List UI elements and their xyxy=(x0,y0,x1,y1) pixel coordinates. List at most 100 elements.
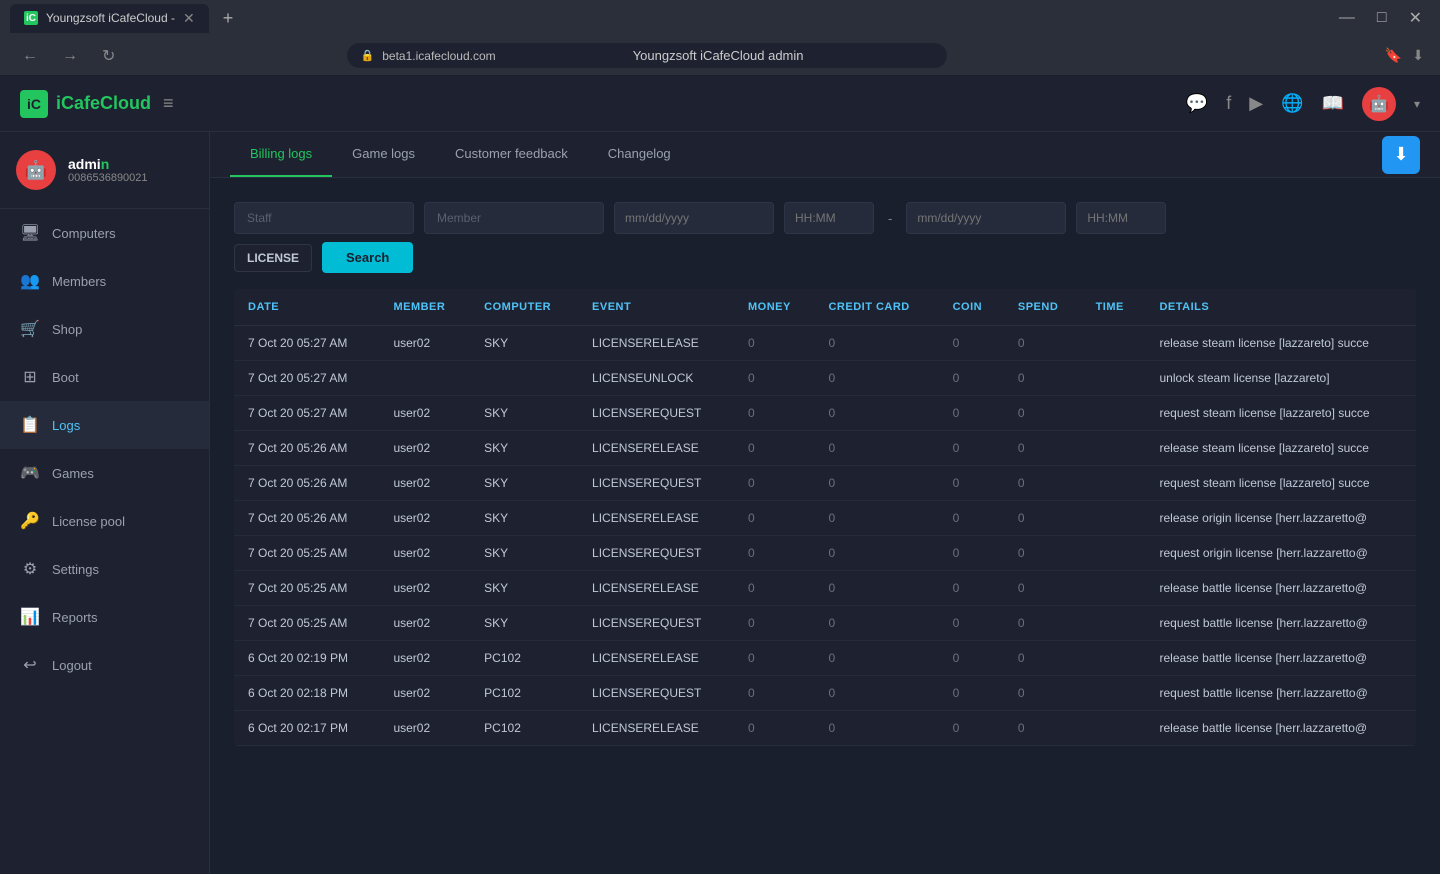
forward-button[interactable]: → xyxy=(56,45,84,67)
table-cell: 6 Oct 20 02:17 PM xyxy=(234,711,379,746)
table-cell: 0 xyxy=(814,641,938,676)
table-cell: 0 xyxy=(939,501,1004,536)
table-cell: SKY xyxy=(470,396,578,431)
computers-icon: 🖥 xyxy=(20,223,40,243)
col-member: MEMBER xyxy=(379,289,470,326)
table-cell: 0 xyxy=(1004,396,1082,431)
table-cell: LICENSERELEASE xyxy=(578,641,734,676)
download-button[interactable]: ⬇ xyxy=(1382,136,1420,174)
tab-game-logs[interactable]: Game logs xyxy=(332,132,435,177)
globe-icon[interactable]: 🌐 xyxy=(1281,93,1303,114)
table-cell: LICENSERELEASE xyxy=(578,501,734,536)
close-btn[interactable]: ✕ xyxy=(1401,6,1430,30)
table-cell: 0 xyxy=(734,711,814,746)
table-cell: 0 xyxy=(939,396,1004,431)
sidebar-item-boot[interactable]: ⊞ Boot xyxy=(0,353,209,401)
start-date-input[interactable] xyxy=(614,202,774,234)
table-cell: 0 xyxy=(734,676,814,711)
back-button[interactable]: ← xyxy=(16,45,44,67)
table-cell: 0 xyxy=(1004,501,1082,536)
user-info: 🤖 admin 0086536890021 xyxy=(0,132,209,209)
sidebar-item-shop[interactable]: 🛒 Shop xyxy=(0,305,209,353)
sidebar-item-logs[interactable]: 📋 Logs xyxy=(0,401,209,449)
table-cell: 0 xyxy=(939,606,1004,641)
col-coin: COIN xyxy=(939,289,1004,326)
col-credit-card: CREDIT CARD xyxy=(814,289,938,326)
table-cell: 0 xyxy=(814,396,938,431)
table-cell: LICENSERELEASE xyxy=(578,431,734,466)
table-cell: 7 Oct 20 05:26 AM xyxy=(234,431,379,466)
table-cell: SKY xyxy=(470,571,578,606)
refresh-button[interactable]: ↻ xyxy=(96,44,121,68)
end-date-input[interactable] xyxy=(906,202,1066,234)
download-icon[interactable]: ⬇ xyxy=(1412,47,1424,64)
table-cell: 0 xyxy=(939,676,1004,711)
tab-close-btn[interactable]: ✕ xyxy=(183,10,195,27)
settings-icon: ⚙ xyxy=(20,559,40,579)
table-cell: 0 xyxy=(734,536,814,571)
sidebar-item-logout[interactable]: ↩ Logout xyxy=(0,641,209,689)
table-cell: 0 xyxy=(814,711,938,746)
sidebar-item-members[interactable]: 👥 Members xyxy=(0,257,209,305)
table-cell: 0 xyxy=(939,641,1004,676)
header-dropdown-arrow[interactable]: ▾ xyxy=(1414,97,1420,111)
table-cell: SKY xyxy=(470,606,578,641)
search-button[interactable]: Search xyxy=(322,242,413,273)
end-time-input[interactable] xyxy=(1076,202,1166,234)
table-cell: 0 xyxy=(814,536,938,571)
filter-row-2: LICENSE Search xyxy=(234,242,1416,273)
table-row: 7 Oct 20 05:27 AMuser02SKYLICENSERELEASE… xyxy=(234,326,1416,361)
user-id: 0086536890021 xyxy=(68,172,148,184)
table-cell: 0 xyxy=(1004,361,1082,396)
sidebar-item-settings[interactable]: ⚙ Settings xyxy=(0,545,209,593)
sidebar-item-games[interactable]: 🎮 Games xyxy=(0,449,209,497)
table-cell: release origin license [herr.lazzaretto@ xyxy=(1145,501,1416,536)
table-cell xyxy=(1082,711,1146,746)
staff-input[interactable] xyxy=(234,202,414,234)
table-cell: 0 xyxy=(734,431,814,466)
table-cell: 0 xyxy=(734,361,814,396)
table-cell: LICENSERELEASE xyxy=(578,326,734,361)
table-cell: 0 xyxy=(814,326,938,361)
table-cell xyxy=(1082,431,1146,466)
start-time-input[interactable] xyxy=(784,202,874,234)
bookmark-icon[interactable]: 🔖 xyxy=(1385,47,1402,64)
table-cell: release battle license [herr.lazzaretto@ xyxy=(1145,571,1416,606)
book-icon[interactable]: 📖 xyxy=(1322,93,1344,114)
table-cell: LICENSEREQUEST xyxy=(578,676,734,711)
member-input[interactable] xyxy=(424,202,604,234)
youtube-icon[interactable]: ▶ xyxy=(1249,93,1263,114)
table-row: 7 Oct 20 05:27 AMuser02SKYLICENSEREQUEST… xyxy=(234,396,1416,431)
tab-billing-logs[interactable]: Billing logs xyxy=(230,132,332,177)
table-cell: request origin license [herr.lazzaretto@ xyxy=(1145,536,1416,571)
table-cell: SKY xyxy=(470,536,578,571)
tab-changelog[interactable]: Changelog xyxy=(588,132,691,177)
table-header-row: DATE MEMBER COMPUTER EVENT MONEY CREDIT … xyxy=(234,289,1416,326)
sidebar-item-computers[interactable]: 🖥 Computers xyxy=(0,209,209,257)
minimize-btn[interactable]: — xyxy=(1331,7,1363,29)
new-tab-button[interactable]: + xyxy=(217,8,240,29)
table-cell: request steam license [lazzareto] succe xyxy=(1145,396,1416,431)
logs-icon: 📋 xyxy=(20,415,40,435)
table-cell xyxy=(470,361,578,396)
browser-tab[interactable]: iC Youngzsoft iCafeCloud - ✕ xyxy=(10,4,209,33)
hamburger-menu[interactable]: ≡ xyxy=(163,93,174,114)
table-cell: 0 xyxy=(814,501,938,536)
sidebar-item-license-pool[interactable]: 🔑 License pool xyxy=(0,497,209,545)
col-time: TIME xyxy=(1082,289,1146,326)
table-row: 6 Oct 20 02:18 PMuser02PC102LICENSEREQUE… xyxy=(234,676,1416,711)
maximize-btn[interactable]: □ xyxy=(1369,7,1395,29)
table-cell: 6 Oct 20 02:18 PM xyxy=(234,676,379,711)
url-bar[interactable]: 🔒 beta1.icafecloud.com Youngzsoft iCafeC… xyxy=(347,43,947,68)
tab-customer-feedback[interactable]: Customer feedback xyxy=(435,132,588,177)
table-row: 6 Oct 20 02:17 PMuser02PC102LICENSERELEA… xyxy=(234,711,1416,746)
col-details: DETAILS xyxy=(1145,289,1416,326)
table-cell: 0 xyxy=(734,571,814,606)
header-avatar[interactable]: 🤖 xyxy=(1362,87,1396,121)
facebook-icon[interactable]: f xyxy=(1226,93,1231,114)
sidebar-item-reports[interactable]: 📊 Reports xyxy=(0,593,209,641)
table-cell: 0 xyxy=(814,571,938,606)
discord-icon[interactable]: 💬 xyxy=(1186,93,1208,114)
table-cell: PC102 xyxy=(470,641,578,676)
table-cell: 0 xyxy=(734,501,814,536)
